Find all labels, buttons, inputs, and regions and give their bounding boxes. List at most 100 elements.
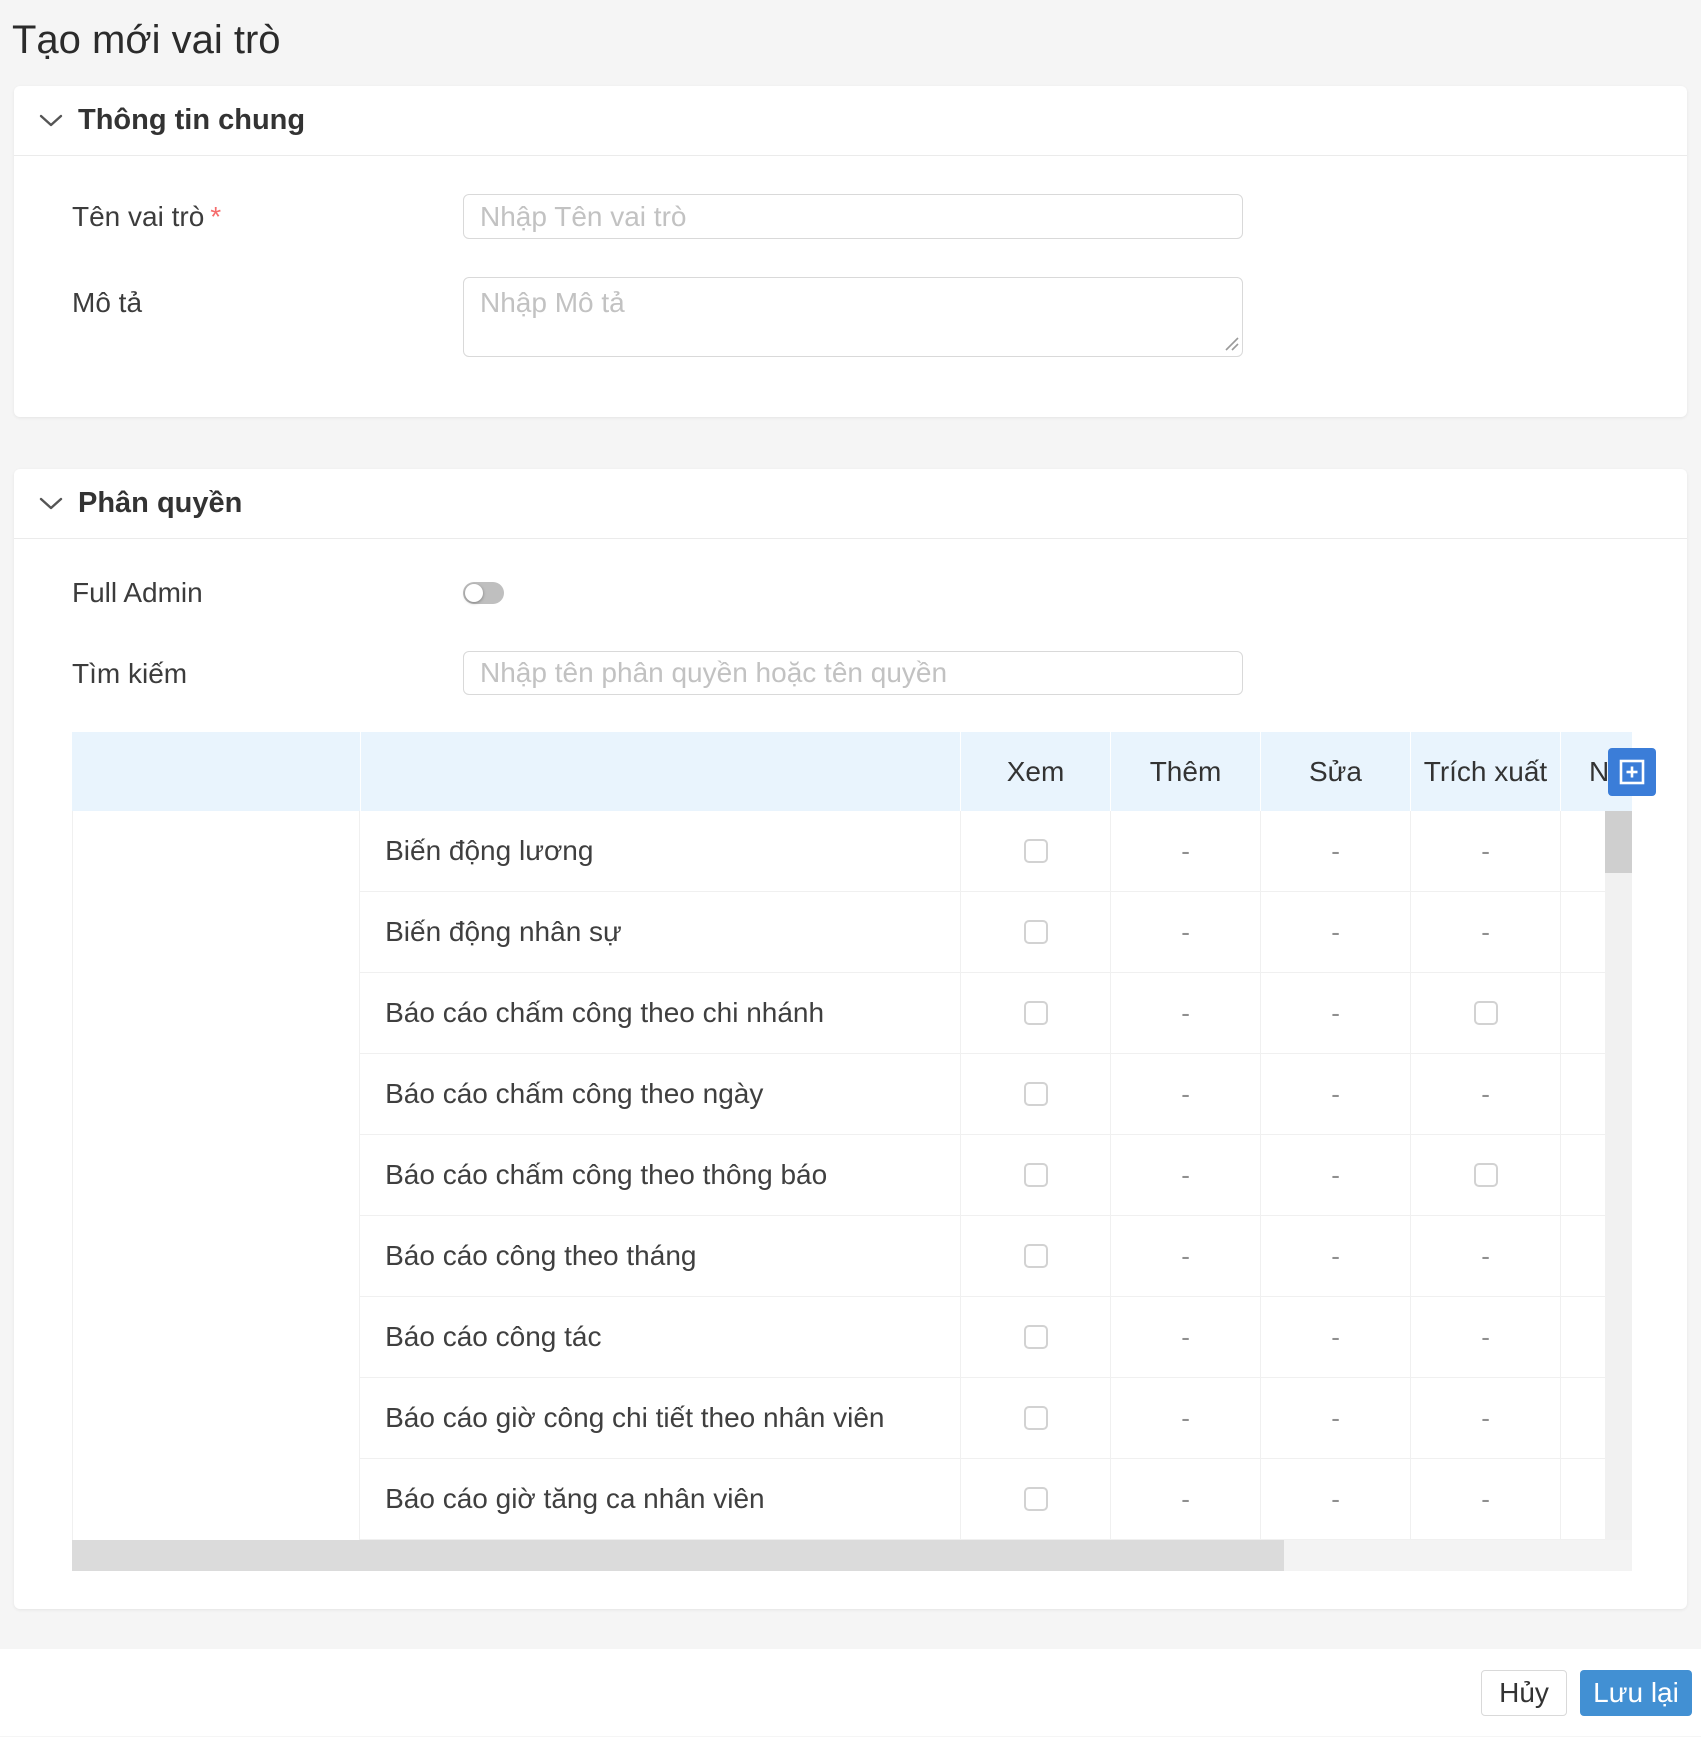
permission-checkbox[interactable]	[1023, 1001, 1048, 1025]
description-label: Mô tả	[72, 287, 143, 318]
column-header-add: Thêm	[1110, 732, 1260, 811]
permission-name: Báo cáo giờ tăng ca nhân viên	[385, 1483, 765, 1514]
cell-export: -	[1410, 1459, 1560, 1539]
permission-dash: -	[1481, 1321, 1490, 1352]
cell-view	[960, 973, 1110, 1053]
permission-name: Biến động lương	[385, 835, 594, 866]
cell-export: -	[1410, 1378, 1560, 1458]
cell-edit: -	[1260, 1459, 1410, 1539]
permission-dash: -	[1481, 835, 1490, 866]
permission-dash: -	[1181, 1078, 1190, 1109]
plus-square-icon	[1619, 759, 1645, 785]
horizontal-scrollbar[interactable]	[72, 1540, 1632, 1571]
horizontal-scrollbar-thumb[interactable]	[72, 1540, 1284, 1571]
permission-table: Xem Thêm Sửa Trích xuất N Biến động lươn…	[72, 732, 1656, 1571]
role-name-label: Tên vai trò *	[72, 201, 222, 232]
permissions-card: Phân quyền Full Admin Tìm kiếm Xem Thêm …	[14, 469, 1687, 1609]
save-button[interactable]: Lưu lại	[1580, 1669, 1692, 1716]
permission-dash: -	[1181, 916, 1190, 947]
permission-dash: -	[1481, 1078, 1490, 1109]
permission-search-input[interactable]	[463, 651, 1243, 695]
required-asterisk: *	[210, 201, 222, 232]
permission-dash: -	[1181, 1321, 1190, 1352]
cell-edit: -	[1260, 1297, 1410, 1377]
permission-dash: -	[1331, 835, 1340, 866]
permission-checkbox[interactable]	[1023, 1244, 1048, 1268]
expand-columns-button[interactable]	[1608, 748, 1656, 796]
cell-edit: -	[1260, 1135, 1410, 1215]
permission-checkbox[interactable]	[1023, 1163, 1048, 1187]
permission-dash: -	[1481, 1240, 1490, 1271]
role-name-input[interactable]	[463, 194, 1243, 239]
permission-dash: -	[1331, 1159, 1340, 1190]
cell-view	[960, 1378, 1110, 1458]
search-label: Tìm kiếm	[72, 658, 188, 689]
vertical-scrollbar[interactable]	[1605, 811, 1633, 1540]
permission-dash: -	[1181, 1240, 1190, 1271]
cell-export: -	[1410, 1297, 1560, 1377]
cell-clipped	[1560, 1135, 1605, 1215]
cell-view	[960, 1135, 1110, 1215]
cell-view	[960, 892, 1110, 972]
table-row: Báo cáo chấm công theo chi nhánh - -	[360, 973, 1606, 1054]
cell-export: -	[1410, 1216, 1560, 1296]
cell-add: -	[1110, 1378, 1260, 1458]
permission-name: Báo cáo chấm công theo thông báo	[385, 1159, 828, 1190]
table-row: Báo cáo chấm công theo ngày - - -	[360, 1054, 1606, 1135]
column-header-view: Xem	[960, 732, 1110, 811]
cell-edit: -	[1260, 892, 1410, 972]
permission-dash: -	[1481, 1483, 1490, 1514]
permission-checkbox[interactable]	[1023, 1487, 1048, 1511]
cell-add: -	[1110, 1459, 1260, 1539]
permission-checkbox[interactable]	[1023, 1406, 1048, 1430]
permission-checkbox[interactable]	[1473, 1163, 1498, 1187]
permission-dash: -	[1181, 835, 1190, 866]
cell-edit: -	[1260, 973, 1410, 1053]
permission-dash: -	[1331, 1483, 1340, 1514]
permission-dash: -	[1181, 1402, 1190, 1433]
general-info-section-header[interactable]: Thông tin chung	[14, 86, 1687, 156]
cell-export: -	[1410, 811, 1560, 891]
full-admin-toggle[interactable]	[463, 582, 504, 604]
cancel-button[interactable]: Hủy	[1481, 1669, 1567, 1716]
permissions-section-header[interactable]: Phân quyền	[14, 469, 1687, 539]
cell-view	[960, 1297, 1110, 1377]
column-header-edit: Sửa	[1260, 732, 1410, 811]
table-row: Báo cáo công tác - - -	[360, 1297, 1606, 1378]
permission-name: Báo cáo chấm công theo ngày	[385, 1078, 764, 1109]
permission-checkbox[interactable]	[1023, 1082, 1048, 1106]
permission-checkbox[interactable]	[1473, 1001, 1498, 1025]
permission-dash: -	[1331, 916, 1340, 947]
table-row: Biến động lương - - -	[360, 811, 1606, 892]
permission-dash: -	[1331, 1402, 1340, 1433]
chevron-down-icon	[39, 114, 63, 126]
cell-add: -	[1110, 973, 1260, 1053]
cell-add: -	[1110, 1135, 1260, 1215]
description-textarea[interactable]	[463, 277, 1243, 357]
table-row: Biến động nhân sự - - -	[360, 892, 1606, 973]
permission-name: Báo cáo giờ công chi tiết theo nhân viên	[385, 1402, 885, 1433]
section-title: Thông tin chung	[78, 104, 306, 136]
cell-view	[960, 811, 1110, 891]
permission-checkbox[interactable]	[1023, 1325, 1048, 1349]
footer-bar: Hủy Lưu lại	[0, 1649, 1701, 1736]
permission-dash: -	[1331, 1078, 1340, 1109]
permission-checkbox[interactable]	[1023, 839, 1048, 863]
toggle-knob	[465, 584, 483, 602]
permission-name: Báo cáo công tác	[385, 1321, 602, 1352]
cell-clipped	[1560, 1459, 1605, 1539]
cell-add: -	[1110, 1054, 1260, 1134]
table-row: Báo cáo giờ tăng ca nhân viên - - -	[360, 1459, 1606, 1540]
section-title: Phân quyền	[78, 487, 243, 519]
resize-handle-icon[interactable]	[1223, 335, 1239, 351]
module-group-cell	[73, 811, 361, 1540]
cell-clipped	[1560, 1054, 1605, 1134]
permission-checkbox[interactable]	[1023, 920, 1048, 944]
table-row: Báo cáo công theo tháng - - -	[360, 1216, 1606, 1297]
vertical-scrollbar-thumb[interactable]	[1605, 811, 1633, 873]
permission-dash: -	[1481, 916, 1490, 947]
column-header-export: Trích xuất	[1410, 732, 1560, 811]
permission-name: Biến động nhân sự	[385, 916, 622, 947]
cell-clipped	[1560, 1216, 1605, 1296]
full-admin-label: Full Admin	[72, 577, 203, 608]
